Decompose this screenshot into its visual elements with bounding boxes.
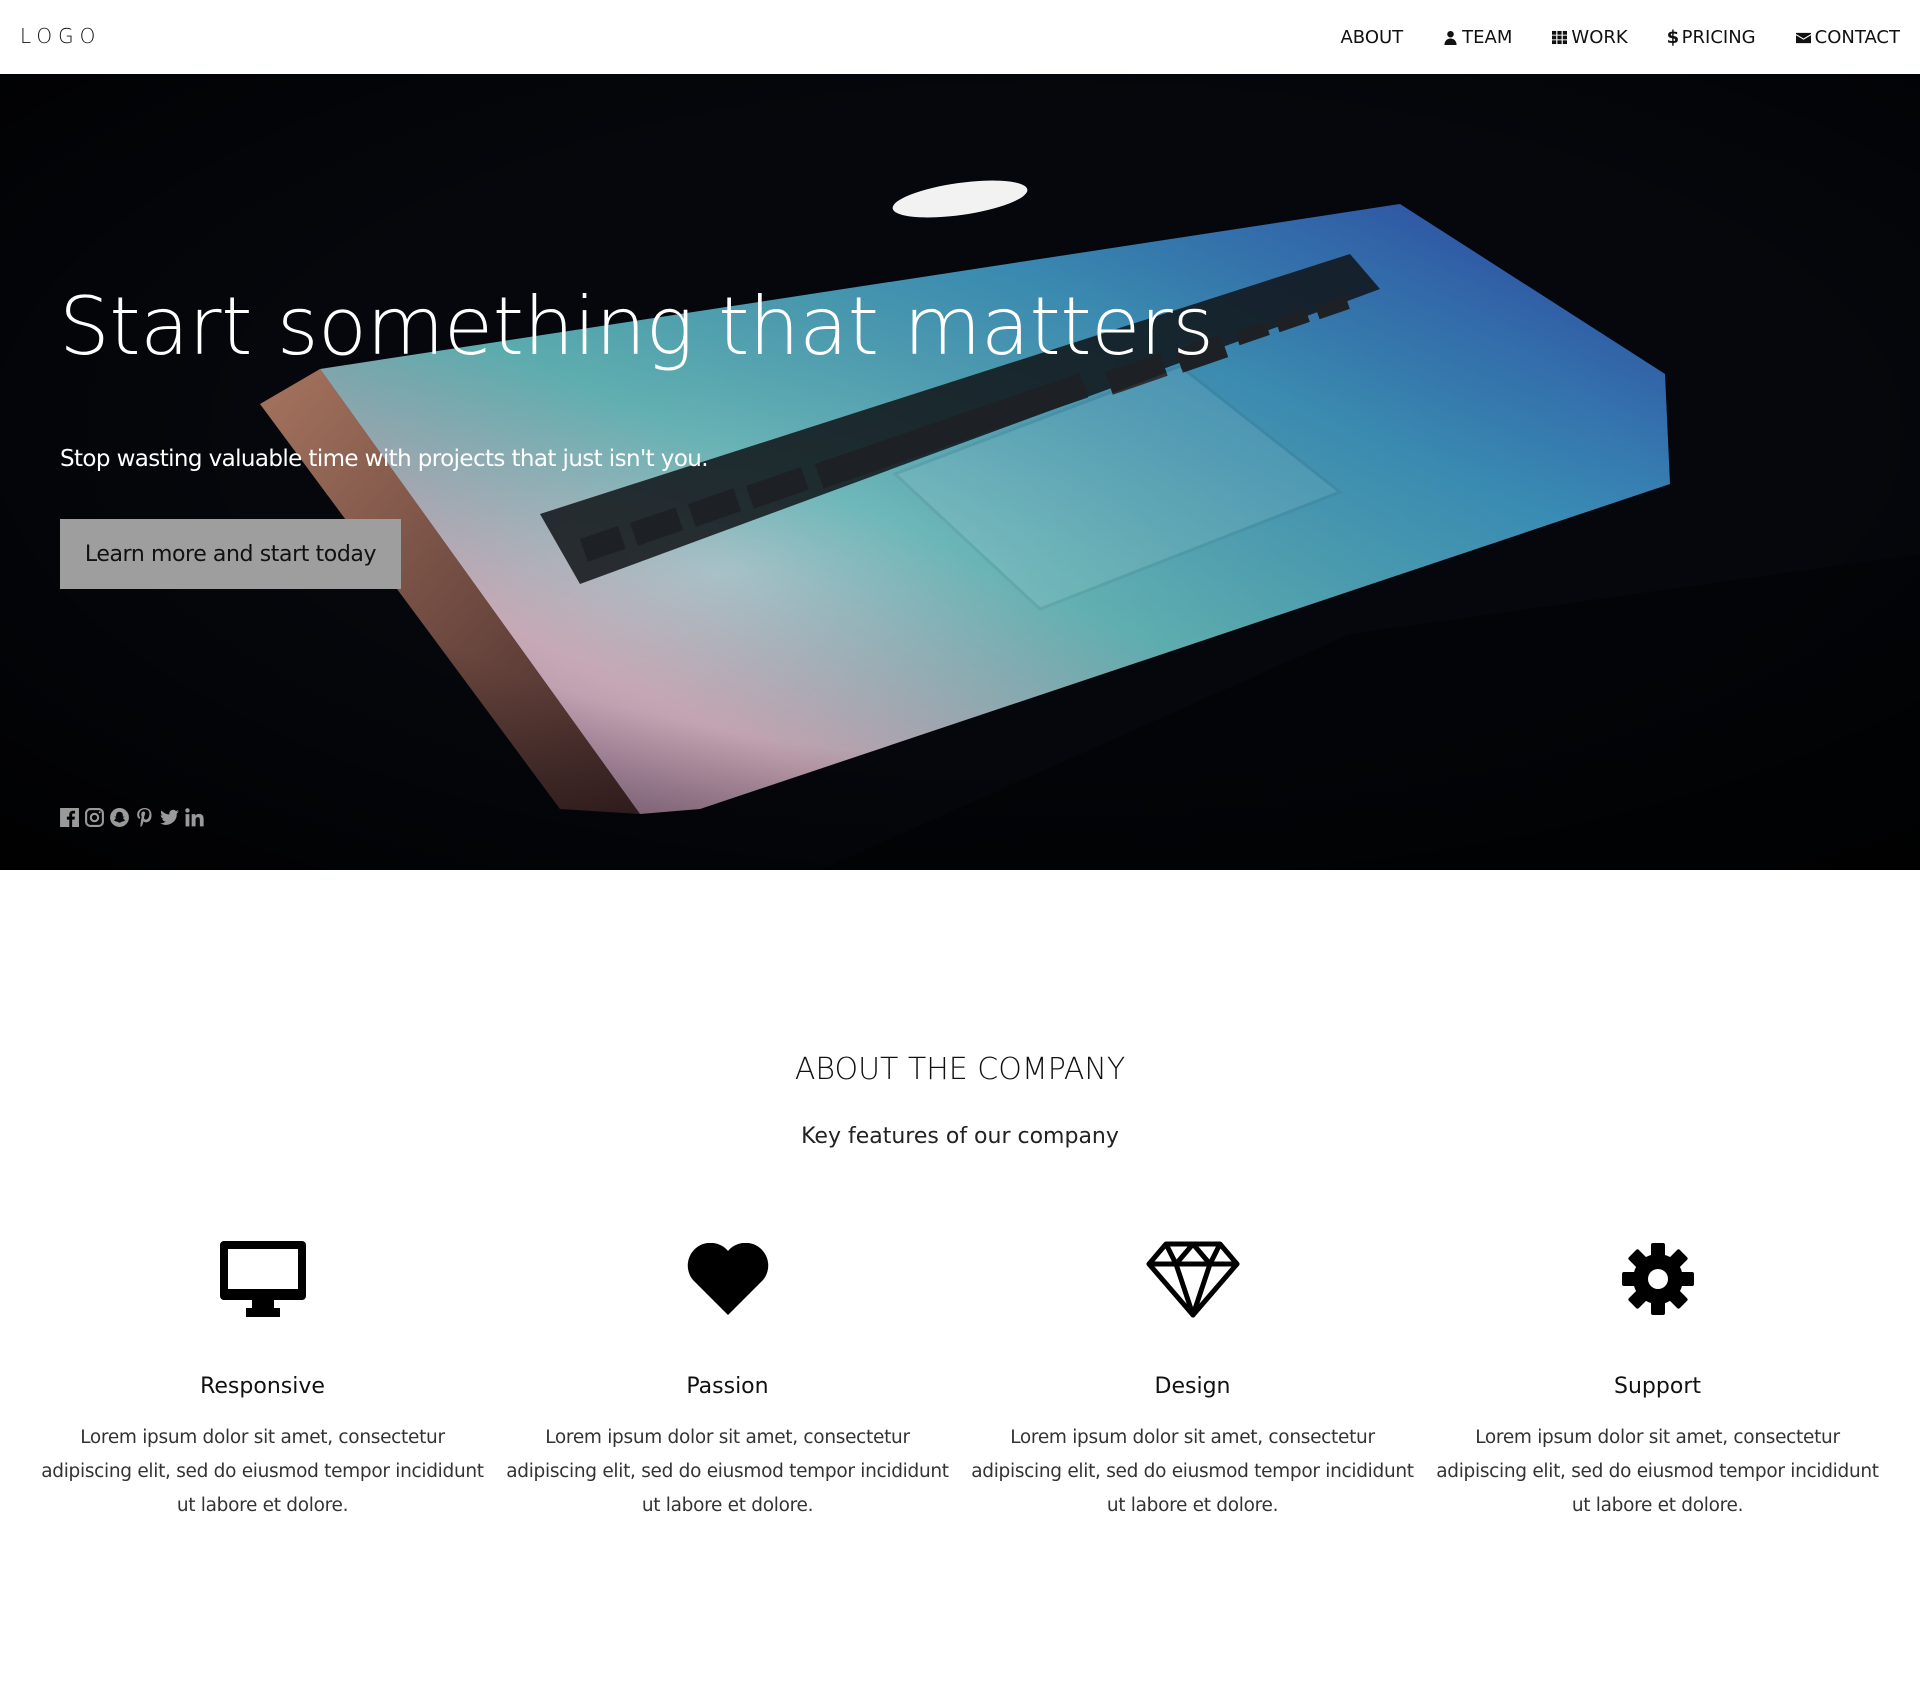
feature-support: Support Lorem ipsum dolor sit amet, cons…	[1425, 1236, 1890, 1523]
feature-passion: Passion Lorem ipsum dolor sit amet, cons…	[495, 1236, 960, 1523]
nav-item-contact-label: CONTACT	[1814, 26, 1900, 48]
nav-item-work[interactable]: WORK	[1551, 26, 1628, 48]
feature-title: Responsive	[200, 1374, 325, 1399]
nav-item-contact[interactable]: CONTACT	[1795, 27, 1900, 48]
nav-item-work-label: WORK	[1571, 26, 1628, 48]
facebook-icon[interactable]	[59, 807, 80, 828]
diamond-icon	[1146, 1241, 1239, 1318]
gear-icon	[1621, 1243, 1694, 1315]
features-list: Responsive Lorem ipsum dolor sit amet, c…	[30, 1236, 1890, 1523]
linkedin-icon[interactable]	[184, 807, 205, 828]
twitter-icon[interactable]	[159, 807, 180, 828]
feature-description: Lorem ipsum dolor sit amet, consectetur …	[41, 1427, 484, 1516]
social-links	[59, 807, 209, 828]
user-icon	[1442, 29, 1459, 46]
about-title: ABOUT THE COMPANY	[794, 1052, 1126, 1087]
hero-title: Start something that matters	[59, 280, 1214, 373]
feature-description: Lorem ipsum dolor sit amet, consectetur …	[506, 1427, 949, 1516]
feature-description: Lorem ipsum dolor sit amet, consectetur …	[1436, 1427, 1879, 1516]
feature-design: Design Lorem ipsum dolor sit amet, conse…	[960, 1236, 1425, 1523]
nav-item-team[interactable]: TEAM	[1442, 27, 1512, 48]
feature-title: Support	[1614, 1374, 1701, 1399]
feature-responsive: Responsive Lorem ipsum dolor sit amet, c…	[30, 1236, 495, 1523]
dollar-icon: $	[1666, 26, 1680, 48]
snapchat-icon[interactable]	[109, 807, 130, 828]
nav-item-pricing[interactable]: $ PRICING	[1667, 27, 1756, 48]
nav-item-pricing-label: PRICING	[1681, 26, 1756, 48]
grid-icon	[1551, 29, 1568, 46]
nav-menu: ABOUT TEAM WORK $ PRICING CONTACT	[1301, 0, 1900, 74]
desktop-icon	[219, 1241, 306, 1317]
nav-item-team-label: TEAM	[1462, 26, 1513, 48]
hero-subtitle: Stop wasting valuable time with projects…	[60, 446, 709, 472]
top-navbar: LOGO ABOUT TEAM WORK $ PRICING CONTACT	[0, 0, 1920, 74]
feature-description: Lorem ipsum dolor sit amet, consectetur …	[971, 1427, 1414, 1516]
nav-item-about[interactable]: ABOUT	[1340, 27, 1403, 48]
feature-title: Passion	[686, 1374, 769, 1399]
about-section: ABOUT THE COMPANY Key features of our co…	[0, 870, 1920, 1693]
learn-more-button[interactable]: Learn more and start today	[60, 519, 401, 589]
pinterest-icon[interactable]	[134, 807, 155, 828]
nav-item-about-label: ABOUT	[1340, 26, 1404, 48]
hero-section: Start something that matters Stop wastin…	[0, 74, 1920, 870]
envelope-icon	[1795, 29, 1812, 46]
about-subtitle: Key features of our company	[801, 1124, 1119, 1149]
logo-link[interactable]: LOGO	[20, 24, 101, 48]
feature-title: Design	[1154, 1374, 1231, 1399]
heart-icon	[687, 1243, 768, 1315]
hero-laptop-image	[0, 74, 1920, 870]
instagram-icon[interactable]	[84, 807, 105, 828]
